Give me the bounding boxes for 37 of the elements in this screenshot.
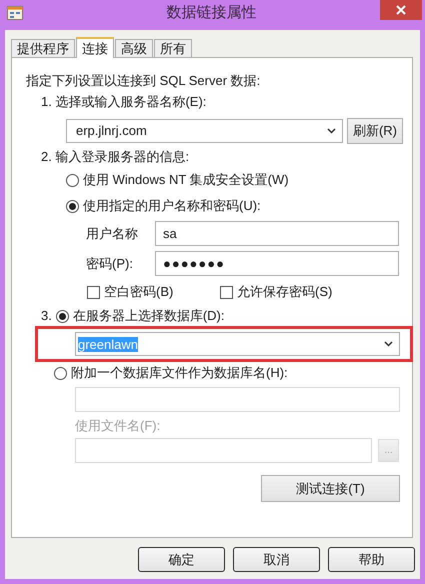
dropdown-caret-icon[interactable] [327, 128, 336, 134]
test-connection-button[interactable]: 测试连接(T) [261, 475, 400, 502]
app-icon [7, 6, 23, 20]
radio-label: 附加一个数据库文件作为数据库名(H): [71, 364, 288, 382]
dialog-button[interactable]: 取消 [233, 547, 320, 572]
checkbox[interactable] [220, 286, 233, 298]
filename-label: 使用文件名(F): [75, 417, 162, 435]
radio-button[interactable] [66, 200, 79, 212]
password-label: 密码(P): [86, 254, 134, 272]
refresh-button[interactable]: 刷新(R) [347, 118, 403, 144]
step-label: 2. 输入登录服务器的信息: [41, 148, 190, 166]
username-field[interactable]: sa [155, 221, 399, 246]
dialog-button[interactable]: 确定 [138, 547, 225, 572]
dialog-button[interactable]: 帮助 [328, 547, 415, 572]
radio-label: 在服务器上选择数据库(D): [72, 307, 225, 325]
radio-label: 使用指定的用户名称和密码(U): [83, 197, 261, 215]
filename-field[interactable] [75, 438, 372, 463]
server-combo[interactable]: erp.jlnrj.com [66, 118, 343, 142]
radio-label: 使用 Windows NT 集成安全设置(W) [83, 171, 289, 189]
window-title: 数据链接属性 [166, 3, 258, 23]
dropdown-caret-icon[interactable] [384, 341, 393, 347]
close-icon [396, 5, 406, 15]
tab[interactable]: 连接 [76, 37, 114, 58]
radio-button[interactable] [66, 174, 79, 186]
radio-button[interactable] [56, 310, 69, 322]
tab[interactable]: 提供程序 [11, 39, 75, 57]
close-button[interactable] [380, 0, 422, 20]
checkbox-label: 允许保存密码(S) [237, 283, 332, 301]
tab[interactable]: 高级 [115, 39, 153, 57]
tab[interactable]: 所有 [154, 39, 192, 57]
intro-text: 指定下列设置以连接到 SQL Server 数据: [26, 72, 262, 90]
password-field[interactable]: ●●●●●●● [155, 251, 399, 276]
step-label: 1. 选择或输入服务器名称(E): [41, 93, 208, 111]
checkbox[interactable] [87, 286, 100, 298]
step-number: 3. [41, 307, 52, 325]
checkbox-label: 空白密码(B) [104, 283, 174, 301]
username-label: 用户名称 [86, 224, 139, 242]
